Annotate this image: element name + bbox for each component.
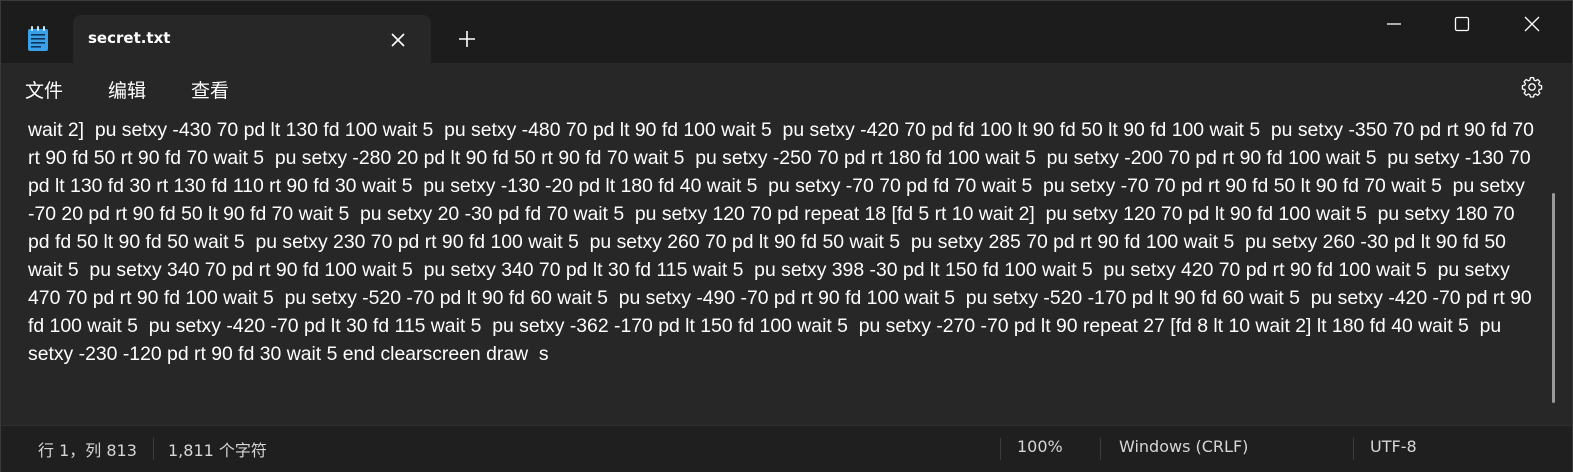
menu-view[interactable]: 查看 — [191, 76, 229, 103]
title-bar[interactable]: secret.txt — [1, 1, 1572, 63]
plus-icon[interactable] — [457, 29, 477, 49]
encoding[interactable]: UTF-8 — [1370, 437, 1417, 456]
maximize-icon[interactable] — [1447, 11, 1477, 37]
tab-title: secret.txt — [88, 29, 171, 47]
status-divider — [1000, 438, 1001, 460]
status-divider — [153, 438, 154, 460]
editor-content[interactable]: wait 2] pu setxy -430 70 pd lt 130 fd 10… — [28, 116, 1536, 368]
menu-bar: 文件 编辑 查看 — [1, 63, 1572, 113]
text-editor[interactable]: wait 2] pu setxy -430 70 pd lt 130 fd 10… — [1, 113, 1572, 425]
window-close-icon[interactable] — [1517, 11, 1547, 37]
minimize-icon[interactable] — [1379, 11, 1409, 37]
status-bar: 行 1，列 813 1,811 个字符 100% Windows (CRLF) … — [1, 425, 1572, 472]
status-divider — [1353, 438, 1354, 460]
cursor-position: 行 1，列 813 — [38, 441, 137, 460]
close-icon[interactable] — [387, 29, 409, 51]
tab-secret-txt[interactable]: secret.txt — [73, 15, 431, 63]
gear-icon[interactable] — [1520, 75, 1544, 99]
notepad-window: secret.txt 文件 编辑 查看 wait 2] pu setxy -43… — [0, 0, 1573, 472]
menu-edit[interactable]: 编辑 — [108, 76, 146, 103]
character-count: 1,811 个字符 — [168, 441, 267, 460]
menu-file[interactable]: 文件 — [25, 76, 63, 103]
status-divider — [1100, 438, 1101, 460]
line-ending[interactable]: Windows (CRLF) — [1119, 437, 1248, 456]
zoom-level[interactable]: 100% — [1017, 437, 1063, 456]
vertical-scrollbar[interactable] — [1552, 193, 1555, 403]
notepad-icon — [28, 26, 48, 51]
